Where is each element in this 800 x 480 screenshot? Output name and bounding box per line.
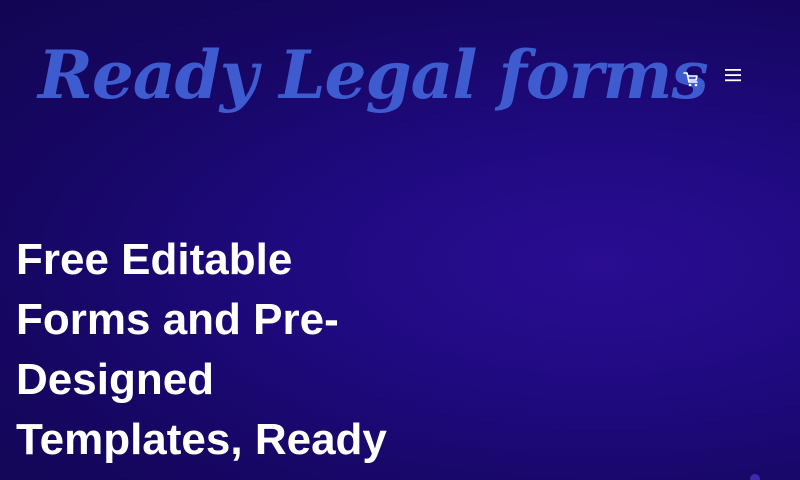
hero-section: Free Editable Forms and Pre- Designed Te… xyxy=(16,230,416,470)
hero-title-line: Forms and Pre- xyxy=(16,295,339,344)
shopping-cart-icon[interactable] xyxy=(682,70,700,88)
site-header: Ready Legal forms xyxy=(0,0,800,150)
hero-title: Free Editable Forms and Pre- Designed Te… xyxy=(16,230,416,470)
hero-title-line: Designed xyxy=(16,355,215,404)
decorative-dot xyxy=(750,474,760,480)
hero-title-line: Free Editable xyxy=(16,235,293,284)
site-logo[interactable]: Ready Legal forms xyxy=(38,20,709,130)
hamburger-menu-icon[interactable] xyxy=(724,66,742,84)
hero-title-line: Templates, Ready xyxy=(16,415,387,464)
